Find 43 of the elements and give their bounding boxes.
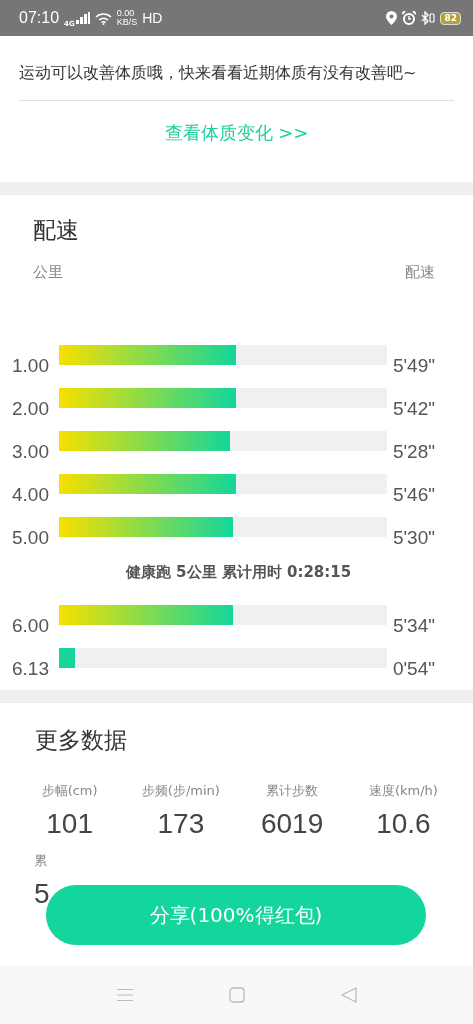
stat-value: 6019 [260, 808, 324, 840]
hd-label: HD [142, 10, 163, 26]
km-label: 6.00 [12, 616, 50, 635]
home-icon[interactable] [228, 986, 245, 1003]
section-title: 更多数据 [34, 726, 128, 755]
stat-label: 步频(步/min) [141, 782, 220, 800]
stat-label: 累 [34, 852, 47, 870]
tip-text: 运动可以改善体质哦，快来看看近期体质有没有改善吧~ [19, 60, 454, 101]
alarm-icon [402, 11, 417, 25]
signal-icon [75, 12, 90, 24]
pace-value: 5'30" [392, 528, 435, 547]
speed-value: 0.00 [116, 9, 136, 18]
column-header: 配速 [405, 263, 435, 282]
stat-label: 步幅(cm) [41, 782, 98, 800]
section-title: 配速 [32, 216, 80, 245]
body-change-link[interactable]: 查看体质变化 >> [164, 121, 309, 145]
pace-value: 0'54" [392, 659, 435, 678]
stat-value: 101 [46, 808, 93, 840]
km-label: 5.00 [12, 528, 50, 547]
wifi-icon [94, 11, 112, 25]
bluetooth-icon [421, 11, 436, 25]
pace-value: 5'28" [392, 442, 435, 461]
pace-value: 5'49" [392, 356, 435, 375]
back-icon[interactable] [340, 986, 357, 1003]
pace-value: 5'34" [392, 616, 435, 635]
km-label: 6.13 [12, 659, 50, 678]
battery-level: 82 [440, 11, 461, 25]
column-header: 公里 [33, 263, 63, 282]
speed-unit: KB/S [116, 18, 138, 27]
km-label: 2.00 [12, 399, 50, 418]
pace-value: 5'46" [392, 485, 435, 504]
stat-label: 速度(km/h) [368, 782, 438, 800]
stat-value: 173 [157, 808, 205, 840]
location-icon [386, 11, 398, 25]
stat-label: 累计步数 [266, 782, 319, 800]
pace-value: 5'42" [392, 399, 435, 418]
km-label: 3.00 [12, 442, 50, 461]
km-label: 4.00 [12, 485, 50, 504]
km-label: 1.00 [12, 356, 50, 375]
stat-value: 10.6 [376, 808, 431, 840]
clock-time: 07:10 [19, 9, 60, 27]
run-summary: 健康跑 5公里 累计用时 0:28:15 [124, 563, 353, 582]
menu-icon[interactable] [116, 987, 133, 1002]
